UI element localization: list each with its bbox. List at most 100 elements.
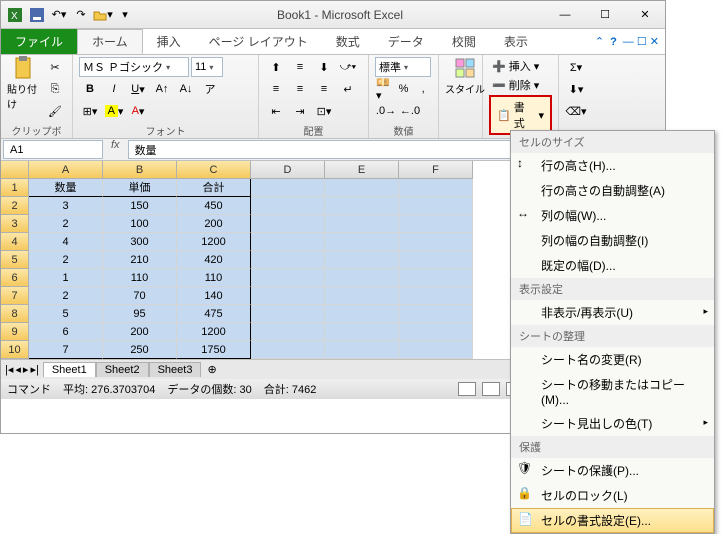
cell[interactable] <box>399 179 473 197</box>
cell[interactable] <box>251 287 325 305</box>
cell[interactable]: 1 <box>29 269 103 287</box>
cell[interactable] <box>325 305 399 323</box>
cell[interactable] <box>399 233 473 251</box>
cell[interactable] <box>251 323 325 341</box>
name-box[interactable]: A1 <box>3 140 103 159</box>
cell[interactable]: 475 <box>177 305 251 323</box>
bold-button[interactable]: B <box>79 79 101 99</box>
align-left-icon[interactable]: ≡ <box>265 79 287 99</box>
cell[interactable]: 7 <box>29 341 103 359</box>
row-header[interactable]: 2 <box>1 197 29 215</box>
row-header[interactable]: 10 <box>1 341 29 359</box>
currency-icon[interactable]: 💴▾ <box>375 79 393 99</box>
cut-icon[interactable]: ✂ <box>44 57 66 77</box>
cell[interactable] <box>325 341 399 359</box>
cell[interactable] <box>399 287 473 305</box>
cell[interactable]: 2 <box>29 215 103 233</box>
cell[interactable] <box>325 251 399 269</box>
help-icon[interactable]: ? <box>610 36 617 48</box>
cell[interactable] <box>399 251 473 269</box>
tab-data[interactable]: データ <box>374 29 438 54</box>
maximize-button[interactable]: ☐ <box>585 3 625 27</box>
col-header[interactable]: E <box>325 161 399 179</box>
percent-icon[interactable]: % <box>395 79 413 99</box>
cell[interactable]: 450 <box>177 197 251 215</box>
row-header[interactable]: 8 <box>1 305 29 323</box>
fill-color-icon[interactable]: A▾ <box>103 101 125 121</box>
cell[interactable]: 2 <box>29 251 103 269</box>
row-header[interactable]: 1 <box>1 179 29 197</box>
increase-decimal-icon[interactable]: .0→ <box>375 101 397 121</box>
menu-row-height[interactable]: ↕行の高さ(H)... <box>511 153 714 178</box>
close-button[interactable]: ✕ <box>625 3 665 27</box>
wrap-text-icon[interactable]: ↵ <box>337 79 359 99</box>
cell[interactable]: 100 <box>103 215 177 233</box>
copy-icon[interactable]: ⎘ <box>44 79 66 99</box>
styles-button[interactable]: スタイル <box>445 57 485 96</box>
col-header[interactable]: C <box>177 161 251 179</box>
delete-cells-button[interactable]: ➖削除▾ <box>489 76 552 94</box>
col-header[interactable]: D <box>251 161 325 179</box>
font-size-combo[interactable]: 11 <box>191 57 223 77</box>
menu-default-width[interactable]: 既定の幅(D)... <box>511 253 714 278</box>
cell[interactable]: 1200 <box>177 323 251 341</box>
tab-view[interactable]: 表示 <box>490 29 542 54</box>
row-header[interactable]: 6 <box>1 269 29 287</box>
window-doc-controls[interactable]: — ☐ ✕ <box>623 35 659 48</box>
page-layout-view-icon[interactable] <box>482 382 500 396</box>
cell[interactable] <box>325 323 399 341</box>
cell[interactable] <box>251 251 325 269</box>
normal-view-icon[interactable] <box>458 382 476 396</box>
menu-hide-unhide[interactable]: 非表示/再表示(U)▸ <box>511 300 714 325</box>
col-header[interactable]: A <box>29 161 103 179</box>
tab-page-layout[interactable]: ページ レイアウト <box>195 29 322 54</box>
tab-review[interactable]: 校閲 <box>438 29 490 54</box>
cell[interactable]: 1200 <box>177 233 251 251</box>
align-top-icon[interactable]: ⬆ <box>265 57 287 77</box>
tab-formulas[interactable]: 数式 <box>322 29 374 54</box>
decrease-font-icon[interactable]: A↓ <box>175 79 197 99</box>
increase-indent-icon[interactable]: ⇥ <box>289 101 311 121</box>
menu-row-autofit[interactable]: 行の高さの自動調整(A) <box>511 178 714 203</box>
borders-icon[interactable]: ⊞▾ <box>79 101 101 121</box>
cell[interactable]: 2 <box>29 287 103 305</box>
menu-rename-sheet[interactable]: シート名の変更(R) <box>511 347 714 372</box>
fx-icon[interactable]: fx <box>105 139 126 160</box>
cell[interactable] <box>399 269 473 287</box>
cell[interactable] <box>399 197 473 215</box>
align-right-icon[interactable]: ≡ <box>313 79 335 99</box>
cell[interactable]: 210 <box>103 251 177 269</box>
menu-format-cells[interactable]: 📄セルの書式設定(E)... <box>511 508 714 533</box>
cell[interactable]: 合計 <box>177 179 251 197</box>
font-name-combo[interactable]: ＭＳ Ｐゴシック <box>79 57 189 77</box>
qat-customize-icon[interactable]: ▾ <box>115 5 135 25</box>
menu-protect-sheet[interactable]: 🛡シートの保護(P)... <box>511 458 714 483</box>
menu-lock-cell[interactable]: 🔒セルのロック(L) <box>511 483 714 508</box>
cell[interactable]: 200 <box>103 323 177 341</box>
tab-insert[interactable]: 挿入 <box>143 29 195 54</box>
underline-button[interactable]: U▾ <box>127 79 149 99</box>
cell[interactable] <box>251 269 325 287</box>
align-bottom-icon[interactable]: ⬇ <box>313 57 335 77</box>
cell[interactable] <box>325 197 399 215</box>
format-cells-button[interactable]: 📋書式▾ <box>489 95 552 135</box>
cell[interactable] <box>325 215 399 233</box>
autosum-icon[interactable]: Σ▾ <box>565 57 587 77</box>
increase-font-icon[interactable]: A↑ <box>151 79 173 99</box>
cell[interactable] <box>399 341 473 359</box>
decrease-indent-icon[interactable]: ⇤ <box>265 101 287 121</box>
row-header[interactable]: 3 <box>1 215 29 233</box>
row-header[interactable]: 9 <box>1 323 29 341</box>
new-sheet-icon[interactable]: ⊕ <box>201 363 222 376</box>
decrease-decimal-icon[interactable]: ←.0 <box>399 101 421 121</box>
italic-button[interactable]: I <box>103 79 125 99</box>
cell[interactable] <box>325 269 399 287</box>
sheet-tab-2[interactable]: Sheet2 <box>96 362 149 377</box>
cell[interactable] <box>251 197 325 215</box>
tab-home[interactable]: ホーム <box>77 29 143 54</box>
cell[interactable] <box>325 287 399 305</box>
col-header[interactable]: F <box>399 161 473 179</box>
cell[interactable]: 70 <box>103 287 177 305</box>
row-header[interactable]: 5 <box>1 251 29 269</box>
cell[interactable] <box>399 305 473 323</box>
